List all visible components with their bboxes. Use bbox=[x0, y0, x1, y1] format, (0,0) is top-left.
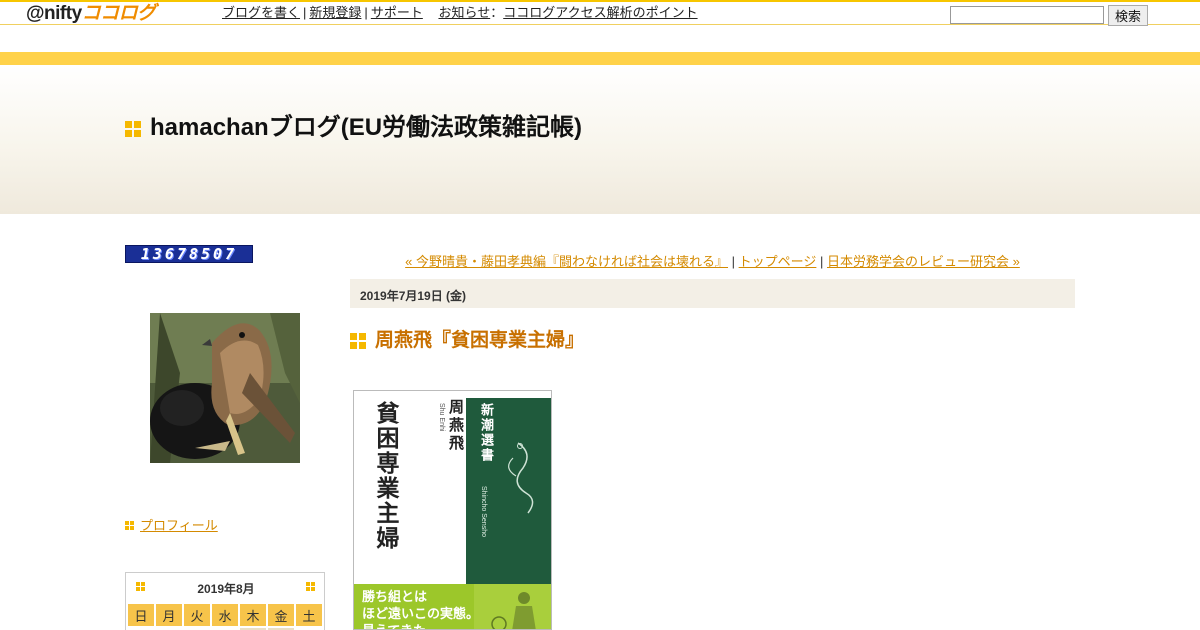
book-author-roman: Shu Enhi bbox=[438, 403, 445, 432]
book-author: 周燕飛 bbox=[447, 399, 465, 453]
nav-separator: | bbox=[364, 5, 368, 20]
calendar-weekdays: 日 月 火 水 木 金 土 bbox=[128, 604, 322, 626]
top-page-link[interactable]: トップページ bbox=[739, 254, 817, 269]
book-band-text: 勝ち組とは ほど遠いこの実態。 見えてきた bbox=[362, 588, 480, 629]
book-band-line: 勝ち組とは bbox=[362, 589, 428, 604]
news-separator: ： bbox=[490, 5, 504, 20]
book-cover-image[interactable]: 貧困専業主婦 Shu Enhi 周燕飛 新潮選書 Shincho Sensho … bbox=[353, 390, 552, 630]
profile-link[interactable]: プロフィール bbox=[140, 518, 218, 533]
book-band-line: 見えてきた bbox=[362, 622, 479, 629]
book-band-line: ほど遠いこの実態。 bbox=[362, 606, 480, 621]
book-series: 新潮選書 bbox=[478, 403, 493, 463]
weekday-sat: 土 bbox=[296, 604, 322, 626]
logo-prefix: @nifty bbox=[26, 3, 82, 24]
search-button[interactable]: 検索 bbox=[1108, 5, 1148, 26]
band-photo-figure bbox=[474, 584, 551, 629]
book-cover-band: 勝ち組とは ほど遠いこの実態。 見えてきた bbox=[354, 584, 551, 629]
weekday-tue: 火 bbox=[184, 604, 210, 626]
nav-separator: | bbox=[303, 5, 307, 20]
nav-separator: | bbox=[816, 254, 827, 269]
nifty-topbar: @niftyココログ ブログを書く | 新規登録 | サポート お知らせ：ココログアクセ… bbox=[0, 0, 1200, 26]
book-cover-left: 貧困専業主婦 Shu Enhi 周燕飛 bbox=[354, 391, 466, 584]
access-counter: 13678507 bbox=[125, 245, 253, 263]
profile-image[interactable] bbox=[150, 313, 300, 463]
calendar-next-icon[interactable] bbox=[306, 582, 315, 591]
next-post-link[interactable]: 日本労務学会のレビュー研究会 » bbox=[827, 254, 1020, 269]
book-cover-spine-panel: 新潮選書 Shincho Sensho bbox=[466, 398, 551, 584]
top-nav: ブログを書く | 新規登録 | サポート お知らせ：ココログアクセス解析のポイント bbox=[222, 5, 698, 21]
register-link[interactable]: 新規登録 bbox=[309, 5, 361, 20]
calendar-title: 2019年8月 bbox=[197, 582, 255, 596]
news-item-link[interactable]: ココログアクセス解析のポイント bbox=[503, 5, 697, 20]
header-stripe bbox=[0, 52, 1200, 65]
search-input[interactable] bbox=[950, 6, 1104, 24]
book-series-roman: Shincho Sensho bbox=[480, 486, 487, 537]
prev-post-link[interactable]: « 今野晴貴・藤田孝典編『闘わなければ社会は壊れる』 bbox=[405, 254, 728, 269]
access-counter-value: 13678507 bbox=[140, 245, 238, 263]
post-navigation: « 今野晴貴・藤田孝典編『闘わなければ社会は壊れる』 | トップページ | 日本… bbox=[350, 251, 1075, 270]
nav-separator: | bbox=[728, 254, 739, 269]
weekday-sun: 日 bbox=[128, 604, 154, 626]
weekday-thu: 木 bbox=[240, 604, 266, 626]
support-link[interactable]: サポート bbox=[371, 5, 423, 20]
news-link[interactable]: お知らせ bbox=[438, 5, 490, 20]
dragon-emblem-icon bbox=[508, 442, 534, 514]
entry-date: 2019年7月19日 (金) bbox=[350, 279, 1075, 308]
profile-row: プロフィール bbox=[125, 515, 218, 534]
title-squares-icon bbox=[125, 121, 141, 137]
weekday-mon: 月 bbox=[156, 604, 182, 626]
entry-title[interactable]: 周燕飛『貧困専業主婦』 bbox=[375, 329, 584, 353]
site-title[interactable]: hamachanブログ(EU労働法政策雑記帳) bbox=[150, 113, 582, 143]
weekday-wed: 水 bbox=[212, 604, 238, 626]
nifty-cocolog-logo[interactable]: @niftyココログ bbox=[26, 3, 156, 25]
book-title: 貧困専業主婦 bbox=[372, 401, 399, 551]
calendar: 2019年8月 日 月 火 水 木 金 土 bbox=[125, 572, 325, 630]
weekday-fri: 金 bbox=[268, 604, 294, 626]
write-blog-link[interactable]: ブログを書く bbox=[222, 5, 300, 20]
entry-title-squares-icon bbox=[350, 333, 366, 349]
profile-squares-icon bbox=[125, 521, 134, 530]
logo-suffix: ココログ bbox=[81, 3, 157, 24]
